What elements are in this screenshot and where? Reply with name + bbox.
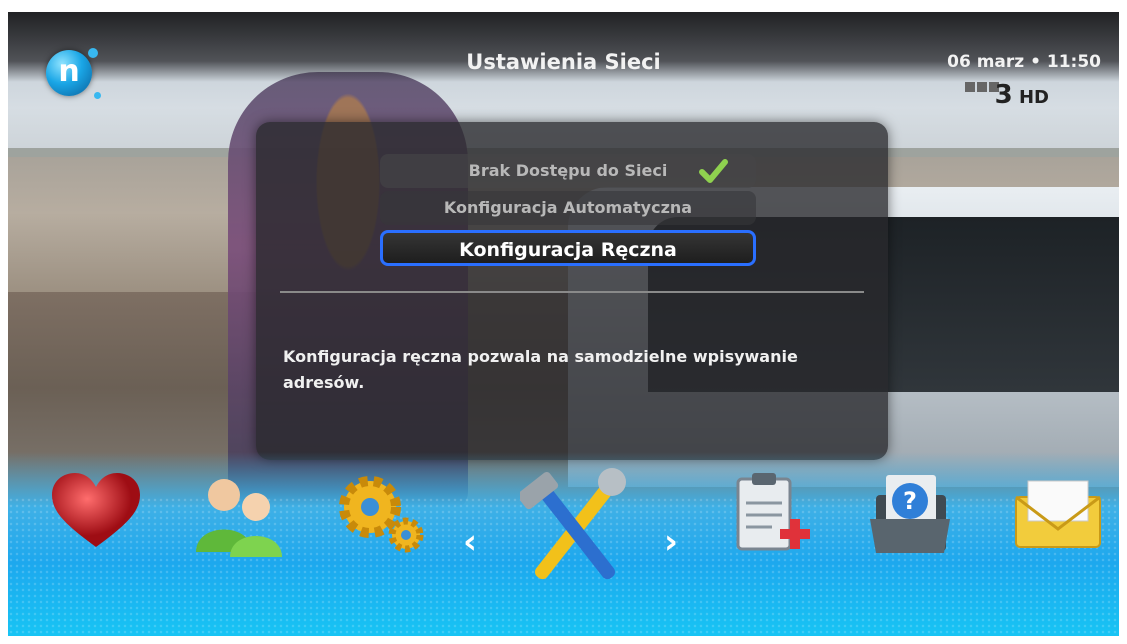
- divider: [280, 291, 864, 293]
- users-icon[interactable]: [186, 467, 286, 562]
- clipboard-medical-icon[interactable]: [720, 467, 820, 562]
- option-label: Brak Dostępu do Sieci: [468, 161, 668, 180]
- help-folder-icon[interactable]: ?: [860, 467, 960, 562]
- gears-settings-icon[interactable]: [330, 467, 430, 562]
- tv-screen: n Ustawienia Sieci 06 marz • 11:50 3 HD …: [8, 12, 1119, 636]
- channel-number: 3: [994, 80, 1013, 110]
- option-manual-config[interactable]: Konfiguracja Ręczna: [380, 230, 756, 266]
- channel-logo: 3 HD: [995, 80, 1049, 110]
- svg-text:?: ?: [903, 487, 917, 515]
- option-no-network[interactable]: Brak Dostępu do Sieci: [380, 154, 756, 188]
- channel-hd-label: HD: [1018, 87, 1049, 108]
- dock-right-arrow[interactable]: ›: [664, 522, 678, 562]
- network-settings-dialog: Brak Dostępu do Sieci Konfiguracja Autom…: [256, 122, 888, 460]
- option-auto-config[interactable]: Konfiguracja Automatyczna: [380, 191, 756, 225]
- logo-dot: [94, 92, 101, 99]
- favorites-heart-icon[interactable]: [46, 467, 146, 562]
- tools-wrench-hammer-icon[interactable]: [520, 460, 630, 600]
- option-label: Konfiguracja Automatyczna: [443, 198, 693, 217]
- option-description: Konfiguracja ręczna pozwala na samodziel…: [283, 347, 798, 392]
- checkmark-icon: [699, 159, 728, 183]
- mail-envelope-icon[interactable]: [1008, 467, 1108, 562]
- dock-left-arrow[interactable]: ‹: [463, 522, 477, 562]
- option-label: Konfiguracja Ręczna: [459, 239, 677, 261]
- date-time: 06 marz • 11:50: [947, 52, 1101, 72]
